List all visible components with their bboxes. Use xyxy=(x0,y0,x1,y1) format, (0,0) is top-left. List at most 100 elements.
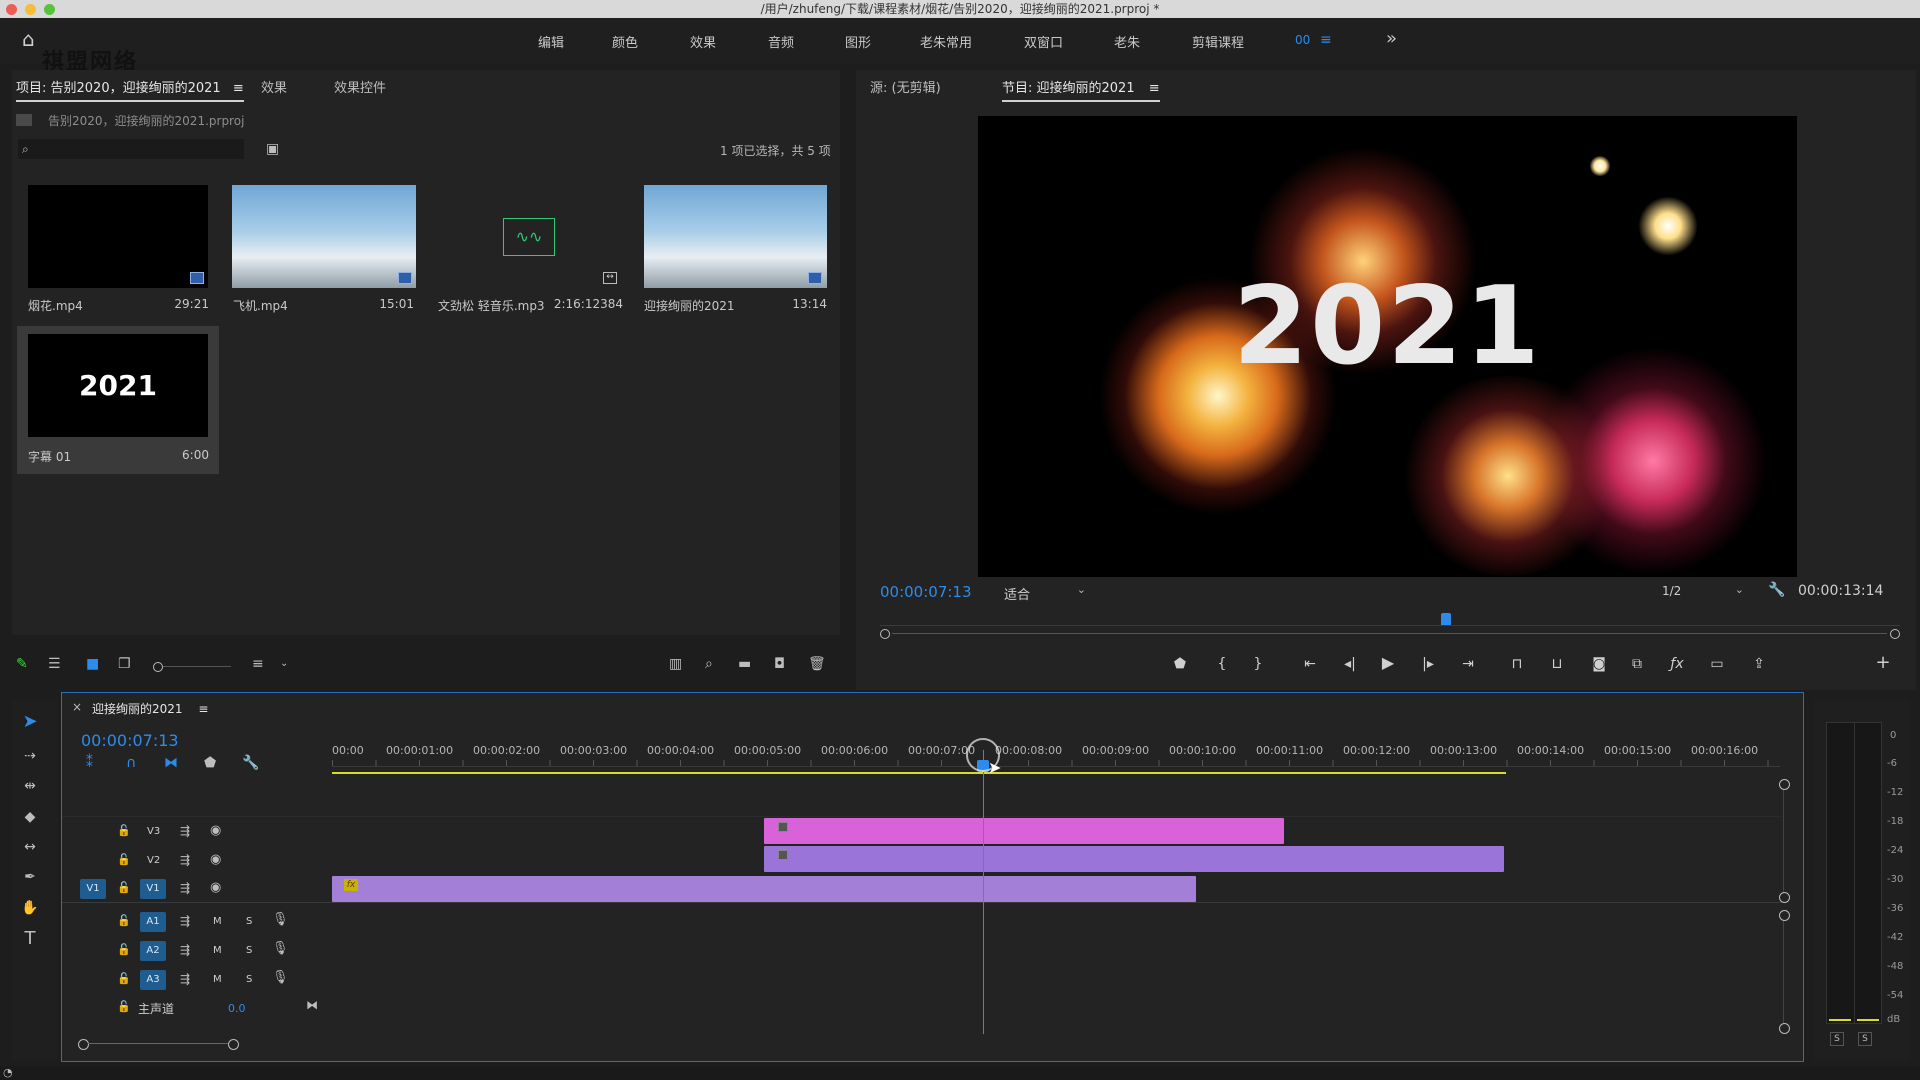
project-item-music[interactable]: ∿∿ ↔ 文劲松 轻音乐.mp3 2:16:12384 xyxy=(427,180,627,318)
chevron-down-icon[interactable]: ⌄ xyxy=(280,657,288,671)
resolution-dropdown[interactable]: 1/2 ⌄ xyxy=(1656,580,1748,602)
lock-icon[interactable]: 🔓 xyxy=(117,853,131,867)
panel-menu-icon[interactable]: ≡ xyxy=(1149,81,1160,96)
meter-solo-right[interactable]: S xyxy=(1858,1032,1872,1046)
program-video-frame[interactable]: 2021 xyxy=(978,116,1797,577)
lock-icon[interactable]: 🔓 xyxy=(117,914,131,928)
add-marker-button[interactable]: ⬟ xyxy=(1170,656,1190,672)
slip-tool-icon[interactable]: ↔ xyxy=(20,840,40,854)
pen-tool-icon[interactable]: ✒ xyxy=(20,870,40,884)
tab-project[interactable]: 项目: 告别2020，迎接绚丽的2021 ≡ xyxy=(16,77,244,102)
track-target-a1[interactable]: A1 xyxy=(140,912,166,932)
lock-icon[interactable]: 🔓 xyxy=(117,943,131,957)
eye-icon[interactable]: ◉ xyxy=(210,824,221,838)
trash-icon[interactable]: 🗑 xyxy=(808,657,826,671)
work-area-bar[interactable] xyxy=(332,772,1506,774)
source-patch-v1[interactable]: V1 xyxy=(80,879,106,899)
add-button-icon[interactable]: + xyxy=(1872,654,1894,672)
microphone-icon[interactable]: 🎙 xyxy=(272,942,289,956)
sync-lock-icon[interactable]: ⇶ xyxy=(180,943,190,957)
linked-selection-icon[interactable]: ⧓ xyxy=(164,756,178,770)
new-bin-icon[interactable]: ▬ xyxy=(738,657,751,671)
eye-icon[interactable]: ◉ xyxy=(210,853,221,867)
zoom-bar[interactable] xyxy=(892,633,1887,634)
add-marker-icon[interactable]: ⬟ xyxy=(204,756,216,770)
wrench-icon[interactable]: 🔧 xyxy=(1768,583,1785,597)
close-sequence-icon[interactable]: × xyxy=(72,700,82,714)
workspace-graphics[interactable]: 图形 xyxy=(845,32,871,51)
play-button[interactable]: ▶ xyxy=(1378,655,1398,671)
program-current-time[interactable]: 00:00:07:13 xyxy=(880,583,972,601)
workspace-dual-window[interactable]: 双窗口 xyxy=(1024,32,1063,51)
type-tool-icon[interactable]: T xyxy=(20,930,40,948)
mute-button[interactable]: M xyxy=(213,945,222,956)
tab-source[interactable]: 源: (无剪辑) xyxy=(870,77,941,96)
razor-tool-icon[interactable]: ◆ xyxy=(20,810,40,824)
nest-toggle-icon[interactable]: ⁑ xyxy=(86,756,93,770)
home-icon[interactable]: ⌂ xyxy=(22,29,35,49)
track-target-v1[interactable]: V1 xyxy=(140,879,166,899)
time-ruler[interactable]: 00:00 00:00:01:00 00:00:02:00 00:00:03:0… xyxy=(332,742,1780,770)
program-playhead[interactable] xyxy=(1440,613,1451,625)
minimize-window-button[interactable] xyxy=(25,4,36,15)
horizontal-zoom-handle-left[interactable] xyxy=(78,1039,89,1050)
lock-icon[interactable]: 🔓 xyxy=(117,881,131,895)
fit-dropdown[interactable]: 适合 ⌄ xyxy=(998,580,1090,603)
icon-view-icon[interactable]: ■ xyxy=(86,657,99,671)
mute-button[interactable]: M xyxy=(213,916,222,927)
tab-effect-controls[interactable]: 效果控件 xyxy=(334,77,386,96)
project-item-fireworks[interactable]: 烟花.mp4 29:21 xyxy=(17,180,217,318)
workspace-laozhu-common[interactable]: 老朱常用 xyxy=(920,32,972,51)
snap-icon[interactable]: ∩ xyxy=(126,756,136,770)
list-view-icon[interactable]: ☰ xyxy=(48,657,61,671)
meter-solo-left[interactable]: S xyxy=(1830,1032,1844,1046)
lock-icon[interactable]: 🔓 xyxy=(117,824,131,838)
sync-lock-icon[interactable]: ⇶ xyxy=(180,914,190,928)
workspace-audio[interactable]: 音频 xyxy=(768,32,794,51)
zoom-slider-track[interactable] xyxy=(163,666,231,667)
step-back-button[interactable]: ◂| xyxy=(1340,656,1360,672)
track-target-a3[interactable]: A3 xyxy=(140,970,166,990)
vertical-zoom-handle[interactable] xyxy=(1779,910,1790,921)
freeform-view-icon[interactable]: ❐ xyxy=(118,657,131,671)
vertical-zoom-handle[interactable] xyxy=(1779,1023,1790,1034)
selection-tool-icon[interactable]: ➤ xyxy=(20,713,40,731)
workspace-menu-icon[interactable]: ≡ xyxy=(1320,33,1332,47)
tab-sequence[interactable]: 迎接绚丽的2021 ≡ xyxy=(92,700,208,717)
compare-view-button[interactable]: ⧉ xyxy=(1626,656,1648,672)
microphone-icon[interactable]: 🎙 xyxy=(272,913,289,927)
go-to-in-button[interactable]: ⇤ xyxy=(1300,656,1320,672)
eye-icon[interactable]: ◉ xyxy=(210,881,221,895)
pencil-icon[interactable]: ✎ xyxy=(16,657,28,671)
export-frame-button[interactable]: ⇪ xyxy=(1748,656,1770,672)
find-in-bin-icon[interactable]: ▣ xyxy=(266,142,279,156)
lock-icon[interactable]: 🔓 xyxy=(117,1000,131,1014)
vertical-zoom-handle[interactable] xyxy=(1779,779,1790,790)
clip-v3-caption[interactable] xyxy=(764,818,1284,844)
extract-button[interactable]: ⊔ xyxy=(1546,656,1568,672)
ripple-edit-tool-icon[interactable]: ⇹ xyxy=(20,779,40,793)
sync-lock-icon[interactable]: ⇶ xyxy=(180,824,190,838)
project-item-sequence[interactable]: 迎接绚丽的2021 13:14 xyxy=(633,180,833,318)
mute-button[interactable]: M xyxy=(213,974,222,985)
microphone-icon[interactable]: 🎙 xyxy=(272,971,289,985)
workspace-laozhu[interactable]: 老朱 xyxy=(1114,32,1140,51)
zoom-handle-left[interactable] xyxy=(880,629,890,639)
workspace-more-button[interactable]: » xyxy=(1386,28,1397,49)
status-icon[interactable]: ◔ xyxy=(3,1066,13,1080)
vertical-zoom-handle[interactable] xyxy=(1779,892,1790,903)
sync-lock-icon[interactable]: ⇶ xyxy=(180,972,190,986)
fx-icon[interactable]: ƒx xyxy=(1666,656,1688,672)
solo-button[interactable]: S xyxy=(246,974,252,985)
tab-program[interactable]: 节目: 迎接绚丽的2021 ≡ xyxy=(1002,77,1160,102)
sync-lock-icon[interactable]: ⇶ xyxy=(180,853,190,867)
mark-out-button[interactable]: } xyxy=(1248,656,1268,672)
new-item-icon[interactable]: ◘ xyxy=(774,657,785,671)
track-target-a2[interactable]: A2 xyxy=(140,941,166,961)
clip-v1-plane[interactable]: fx xyxy=(332,876,1196,902)
find-icon[interactable]: ⌕ xyxy=(705,657,713,671)
panel-menu-icon[interactable]: ≡ xyxy=(198,702,208,716)
vertical-scroll-bar[interactable] xyxy=(1783,921,1784,1023)
horizontal-scroll-bar[interactable] xyxy=(88,1043,228,1044)
sort-icon[interactable]: ≡ xyxy=(252,657,264,671)
